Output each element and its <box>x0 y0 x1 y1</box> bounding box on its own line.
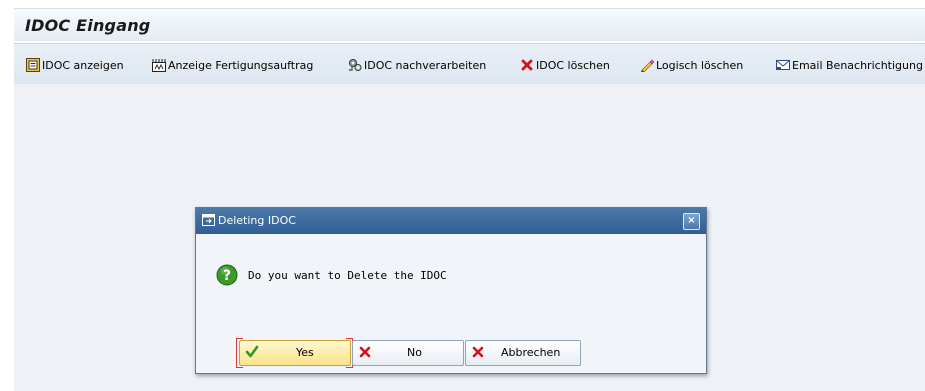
toolbar-idoc-nachverarbeiten-button[interactable]: IDOC nachverarbeiten <box>348 56 486 74</box>
cross-icon <box>358 345 372 359</box>
delete-x-icon <box>520 58 534 72</box>
eraser-pencil-icon <box>640 58 655 73</box>
toolbar-item-label: IDOC anzeigen <box>42 58 124 72</box>
screen-title-bar: IDOC Eingang <box>14 8 925 41</box>
dialog-window-icon <box>202 214 215 226</box>
toolbar-idoc-anzeigen-button[interactable]: IDOC anzeigen <box>26 56 124 74</box>
email-envelope-icon <box>776 58 790 72</box>
toolbar-idoc-loeschen-button[interactable]: IDOC löschen <box>520 56 610 74</box>
toolbar-item-label: IDOC löschen <box>536 58 610 72</box>
dialog-title-bar[interactable]: Deleting IDOC × <box>196 208 706 234</box>
cancel-button[interactable]: Abbrechen <box>465 340 581 366</box>
display-document-icon <box>26 58 40 72</box>
toolbar-item-label: Anzeige Fertigungsauftrag <box>168 58 314 72</box>
checkmark-icon <box>245 345 259 359</box>
cancel-button-label: Abbrechen <box>501 346 561 359</box>
production-order-icon <box>152 58 166 72</box>
no-button[interactable]: No <box>352 340 464 366</box>
delete-confirm-dialog: Deleting IDOC × ? Do you want to Delete … <box>195 207 707 374</box>
dialog-title: Deleting IDOC <box>218 214 296 227</box>
screen-title: IDOC Eingang <box>25 16 151 35</box>
toolbar-anzeige-fertigungsauftrag-button[interactable]: Anzeige Fertigungsauftrag <box>152 56 313 74</box>
toolbar-item-label: IDOC nachverarbeiten <box>364 58 487 72</box>
no-button-label: No <box>407 346 422 359</box>
reprocess-gears-icon <box>348 58 362 72</box>
toolbar-item-label: Email Benachrichtigung <box>792 58 923 72</box>
yes-button[interactable]: Yes <box>239 340 351 366</box>
toolbar-logisch-loeschen-button[interactable]: Logisch löschen <box>640 56 743 74</box>
question-icon: ? <box>216 264 238 286</box>
svg-text:?: ? <box>223 268 231 284</box>
toolbar-item-label: Logisch löschen <box>656 58 744 72</box>
toolbar-email-benachrichtigung-button[interactable]: Email Benachrichtigung <box>776 56 923 74</box>
yes-button-label: Yes <box>296 346 314 359</box>
close-icon[interactable]: × <box>683 213 700 230</box>
application-toolbar: IDOC anzeigen Anzeige Fertigungsauftrag … <box>14 43 925 85</box>
cross-icon <box>471 345 485 359</box>
dialog-message: Do you want to Delete the IDOC <box>248 269 447 282</box>
